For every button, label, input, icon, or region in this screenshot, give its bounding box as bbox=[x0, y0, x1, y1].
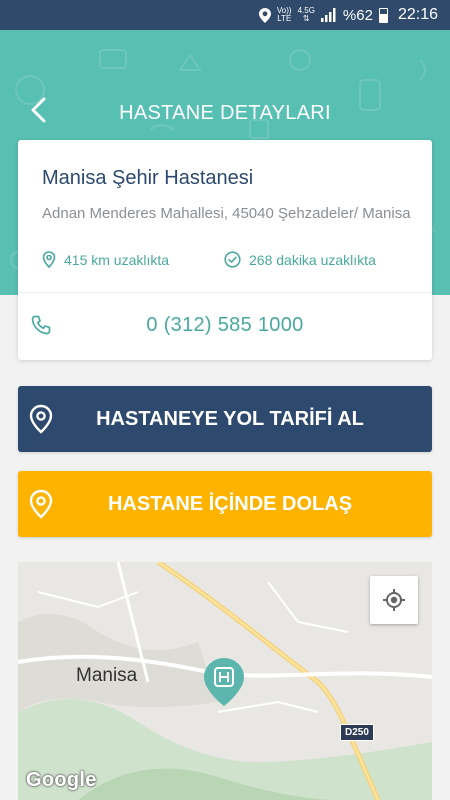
get-directions-button[interactable]: HASTANEYE YOL TARİFİ AL bbox=[18, 386, 432, 452]
indoor-navigation-label: HASTANE İÇİNDE DOLAŞ bbox=[107, 492, 353, 515]
hospital-marker-icon bbox=[204, 658, 244, 706]
clock-check-icon bbox=[224, 251, 241, 268]
location-pin-icon bbox=[29, 404, 53, 434]
crosshair-icon bbox=[383, 589, 405, 611]
duration-label: 268 dakika uzaklıkta bbox=[249, 251, 376, 268]
location-icon bbox=[258, 7, 271, 23]
get-directions-label: HASTANEYE YOL TARİFİ AL bbox=[96, 407, 364, 430]
my-location-button[interactable] bbox=[370, 576, 418, 624]
google-logo: Google bbox=[26, 769, 97, 791]
page-title: HASTANE DETAYLARI bbox=[119, 102, 331, 124]
map-view[interactable]: Manisa D250 Google bbox=[18, 562, 432, 800]
map-city-label: Manisa bbox=[76, 665, 138, 686]
volte-indicator: Vo)) LTE bbox=[276, 6, 292, 23]
battery-percent: %62 bbox=[342, 6, 373, 24]
hospital-address: Adnan Menderes Mahallesi, 45040 Şehzadel… bbox=[42, 205, 411, 222]
phone-number: 0 (312) 585 1000 bbox=[146, 314, 304, 336]
signal-icon bbox=[320, 8, 336, 22]
hospital-info-card: Manisa Şehir Hastanesi Adnan Menderes Ma… bbox=[18, 140, 432, 360]
indoor-navigation-button[interactable]: HASTANE İÇİNDE DOLAŞ bbox=[18, 471, 432, 537]
call-phone-row[interactable]: 0 (312) 585 1000 bbox=[18, 293, 432, 360]
distance-label: 415 km uzaklıkta bbox=[64, 251, 170, 268]
hospital-map-marker[interactable] bbox=[203, 657, 245, 712]
distance-info: 415 km uzaklıkta bbox=[42, 251, 169, 268]
location-pin-icon bbox=[29, 489, 53, 519]
network-type-indicator: 4.5G ⇅ bbox=[297, 6, 315, 23]
location-pin-icon bbox=[42, 251, 56, 268]
battery-icon bbox=[378, 7, 388, 23]
status-bar: Vo)) LTE 4.5G ⇅ %62 22:16 bbox=[0, 0, 450, 30]
hospital-name: Manisa Şehir Hastanesi bbox=[42, 167, 254, 189]
clock: 22:16 bbox=[397, 6, 438, 23]
road-label: D250 bbox=[340, 724, 374, 741]
duration-info: 268 dakika uzaklıkta bbox=[224, 251, 376, 268]
